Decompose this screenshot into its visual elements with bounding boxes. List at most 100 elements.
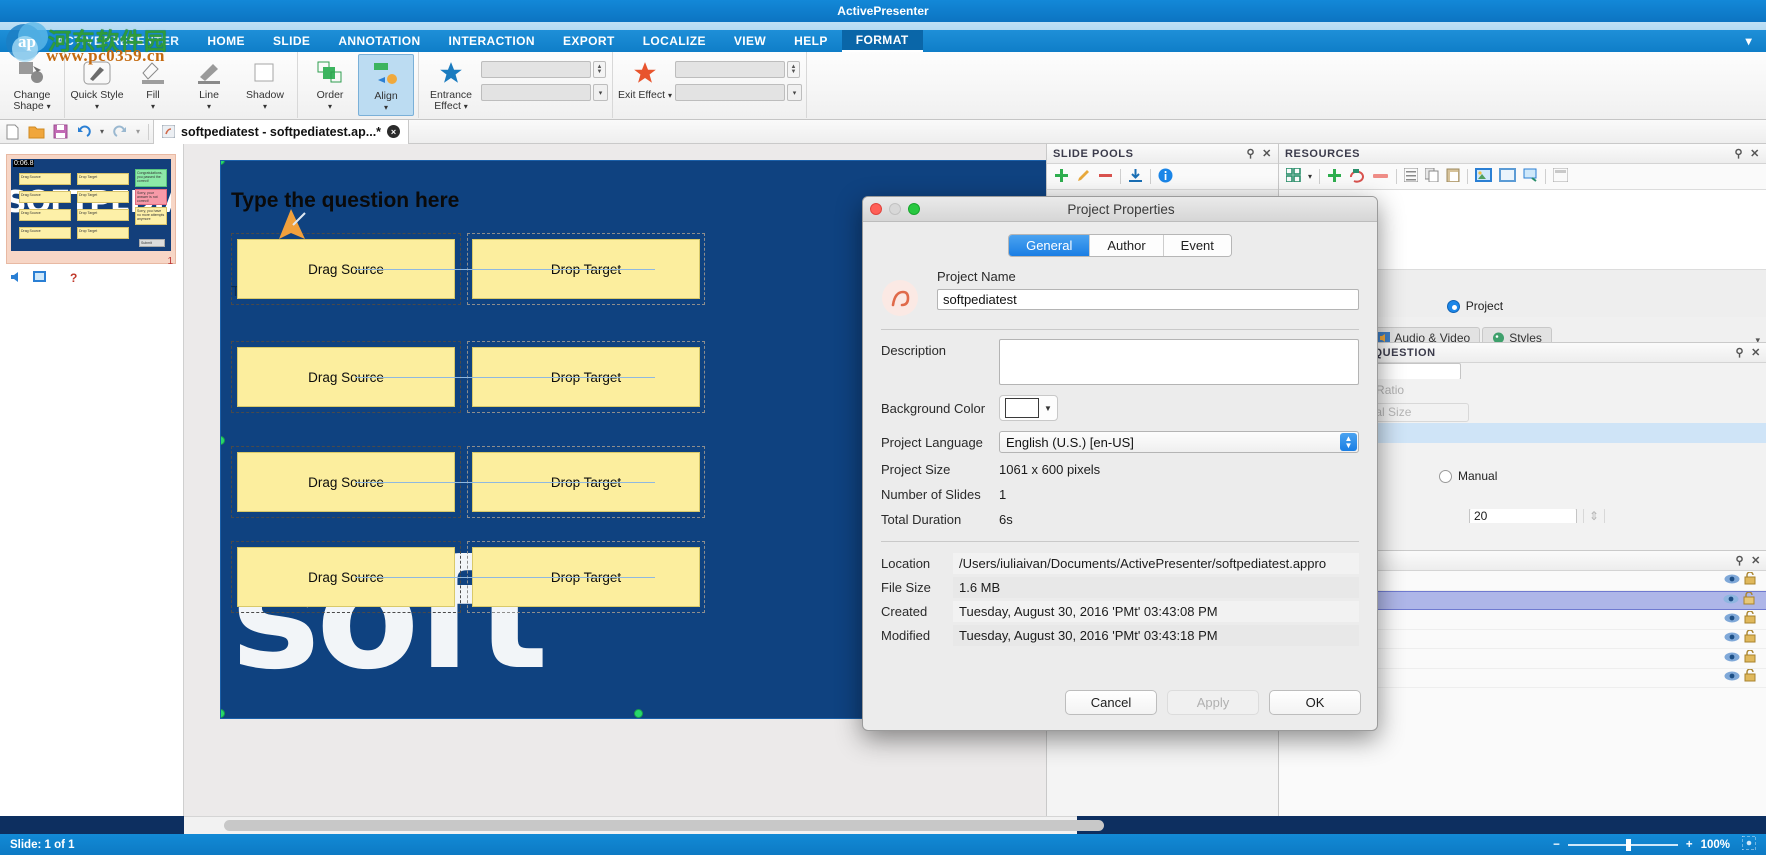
resize-handle-bottom-center[interactable] [634, 709, 643, 718]
eye-icon[interactable] [1723, 670, 1741, 685]
lock-icon[interactable] [1741, 610, 1759, 628]
redo-dropdown-icon[interactable]: ▾ [132, 121, 144, 143]
new-document-icon[interactable] [0, 121, 24, 143]
lock-icon[interactable] [1741, 668, 1759, 686]
replace-icon[interactable] [1349, 168, 1365, 186]
import-download-icon[interactable] [1128, 168, 1143, 186]
lock-icon[interactable] [1740, 591, 1758, 609]
menu-item-export[interactable]: EXPORT [549, 31, 629, 51]
apply-button[interactable]: Apply [1167, 689, 1259, 715]
entrance-effect-button[interactable]: Entrance Effect ▾ [423, 54, 479, 116]
resize-handle-middle-left[interactable] [221, 436, 225, 445]
add-plus-icon[interactable] [1327, 168, 1342, 186]
eye-icon[interactable] [1723, 573, 1741, 588]
document-tab[interactable]: softpediatest - softpediatest.ap...* × [153, 119, 410, 144]
lock-icon[interactable] [1741, 649, 1759, 667]
close-icon[interactable]: ✕ [1751, 554, 1761, 567]
zoom-slider[interactable] [1567, 838, 1678, 851]
menu-item-help[interactable]: HELP [780, 31, 842, 51]
open-folder-icon[interactable] [24, 121, 48, 143]
close-icon[interactable]: ✕ [1262, 147, 1272, 160]
copy-icon[interactable] [1424, 167, 1439, 185]
paste-icon[interactable] [1446, 168, 1460, 185]
link-icon[interactable] [1523, 168, 1538, 185]
entrance-duration-input[interactable] [481, 61, 591, 78]
save-icon[interactable] [48, 121, 72, 143]
menu-item-localize[interactable]: LOCALIZE [629, 31, 720, 51]
tab-author[interactable]: Author [1090, 235, 1164, 256]
zoom-slider-knob[interactable] [1625, 838, 1631, 851]
pin-icon[interactable]: ⚲ [1736, 554, 1745, 567]
menu-overflow-icon[interactable]: ▾ [1732, 31, 1766, 51]
pin-icon[interactable]: ⚲ [1736, 346, 1745, 359]
remove-minus-icon[interactable] [1098, 168, 1113, 186]
menu-item-interaction[interactable]: INTERACTION [435, 31, 549, 51]
menu-item-annotation[interactable]: ANNOTATION [324, 31, 434, 51]
grid-dropdown-icon[interactable]: ▾ [1308, 172, 1312, 181]
image-icon[interactable] [1475, 168, 1493, 185]
eye-icon[interactable] [1722, 593, 1740, 608]
canvas-horizontal-scrollbar[interactable] [184, 816, 1104, 834]
menu-item-view[interactable]: VIEW [720, 31, 780, 51]
entrance-duration-stepper[interactable]: ▲ ▼ [593, 61, 606, 78]
pin-icon[interactable]: ⚲ [1247, 147, 1256, 160]
redo-icon[interactable] [108, 121, 132, 143]
zoom-out-button[interactable]: − [1553, 839, 1560, 851]
resize-handle-top-left[interactable] [221, 161, 225, 165]
cancel-button[interactable]: Cancel [1065, 689, 1157, 715]
tab-event[interactable]: Event [1163, 235, 1231, 256]
pin-icon[interactable]: ⚲ [1735, 147, 1744, 160]
eye-icon[interactable] [1723, 612, 1741, 627]
edit-pencil-icon[interactable] [1076, 168, 1091, 186]
exit-duration-stepper[interactable]: ▲ ▼ [787, 61, 800, 78]
remove-minus-icon[interactable] [1372, 168, 1389, 186]
align-button[interactable]: Align ▾ [358, 54, 414, 116]
canvas-scrollbar-thumb[interactable] [224, 820, 1104, 831]
menu-item-slide[interactable]: SLIDE [259, 31, 324, 51]
close-icon[interactable]: ✕ [1751, 346, 1761, 359]
description-textarea[interactable] [999, 339, 1359, 385]
audio-icon[interactable] [10, 271, 23, 286]
close-icon[interactable]: × [387, 125, 401, 138]
exit-preset-combo[interactable] [675, 84, 785, 101]
shadow-button[interactable]: Shadow ▾ [237, 54, 293, 116]
undo-icon[interactable] [72, 121, 96, 143]
image-alt-icon[interactable] [1499, 168, 1517, 185]
title-spacing-input[interactable]: 20 [1469, 509, 1577, 523]
ok-button[interactable]: OK [1269, 689, 1361, 715]
order-button[interactable]: Order ▾ [302, 54, 358, 116]
dialog-title-bar[interactable]: Project Properties [863, 197, 1377, 222]
list-icon[interactable] [1403, 167, 1419, 185]
exit-effect-button[interactable]: Exit Effect ▾ [617, 54, 673, 116]
question-title-text[interactable]: Type the question here [231, 189, 459, 213]
help-icon[interactable]: ? [70, 271, 77, 285]
info-icon[interactable] [1158, 168, 1173, 186]
project-name-input[interactable]: softpediatest [937, 289, 1359, 310]
video-icon[interactable] [33, 271, 46, 285]
lock-icon[interactable] [1741, 629, 1759, 647]
line-button[interactable]: Line ▾ [181, 54, 237, 116]
export-icon[interactable] [1552, 167, 1569, 185]
close-icon[interactable]: ✕ [1750, 147, 1760, 160]
radio-manual[interactable]: Manual [1439, 469, 1497, 483]
entrance-preset-dropdown-icon[interactable]: ▾ [593, 84, 608, 101]
resize-handle-bottom-left[interactable] [221, 709, 225, 718]
grid-view-icon[interactable] [1285, 167, 1301, 185]
undo-dropdown-icon[interactable]: ▾ [96, 121, 108, 143]
tab-general[interactable]: General [1009, 235, 1091, 256]
slide-thumbnail-item[interactable]: 0:06.8 SOFTPEDIA Drag Source Drop Target… [6, 154, 176, 264]
title-spacing-stepper[interactable]: ⇕ [1583, 509, 1605, 523]
exit-duration-input[interactable] [675, 61, 785, 78]
menu-item-home[interactable]: HOME [193, 31, 259, 51]
eye-icon[interactable] [1723, 631, 1741, 646]
background-color-picker[interactable]: ▼ [999, 395, 1058, 421]
exit-preset-dropdown-icon[interactable]: ▾ [787, 84, 802, 101]
lock-icon[interactable] [1741, 571, 1759, 589]
project-properties-dialog[interactable]: Project Properties General Author Event … [862, 196, 1378, 731]
radio-project[interactable]: Project [1446, 299, 1503, 313]
project-language-select[interactable]: English (U.S.) [en-US] ▲ ▼ [999, 431, 1359, 453]
zoom-in-button[interactable]: + [1686, 839, 1693, 851]
entrance-preset-combo[interactable] [481, 84, 591, 101]
eye-icon[interactable] [1723, 651, 1741, 666]
add-plus-icon[interactable] [1054, 168, 1069, 186]
